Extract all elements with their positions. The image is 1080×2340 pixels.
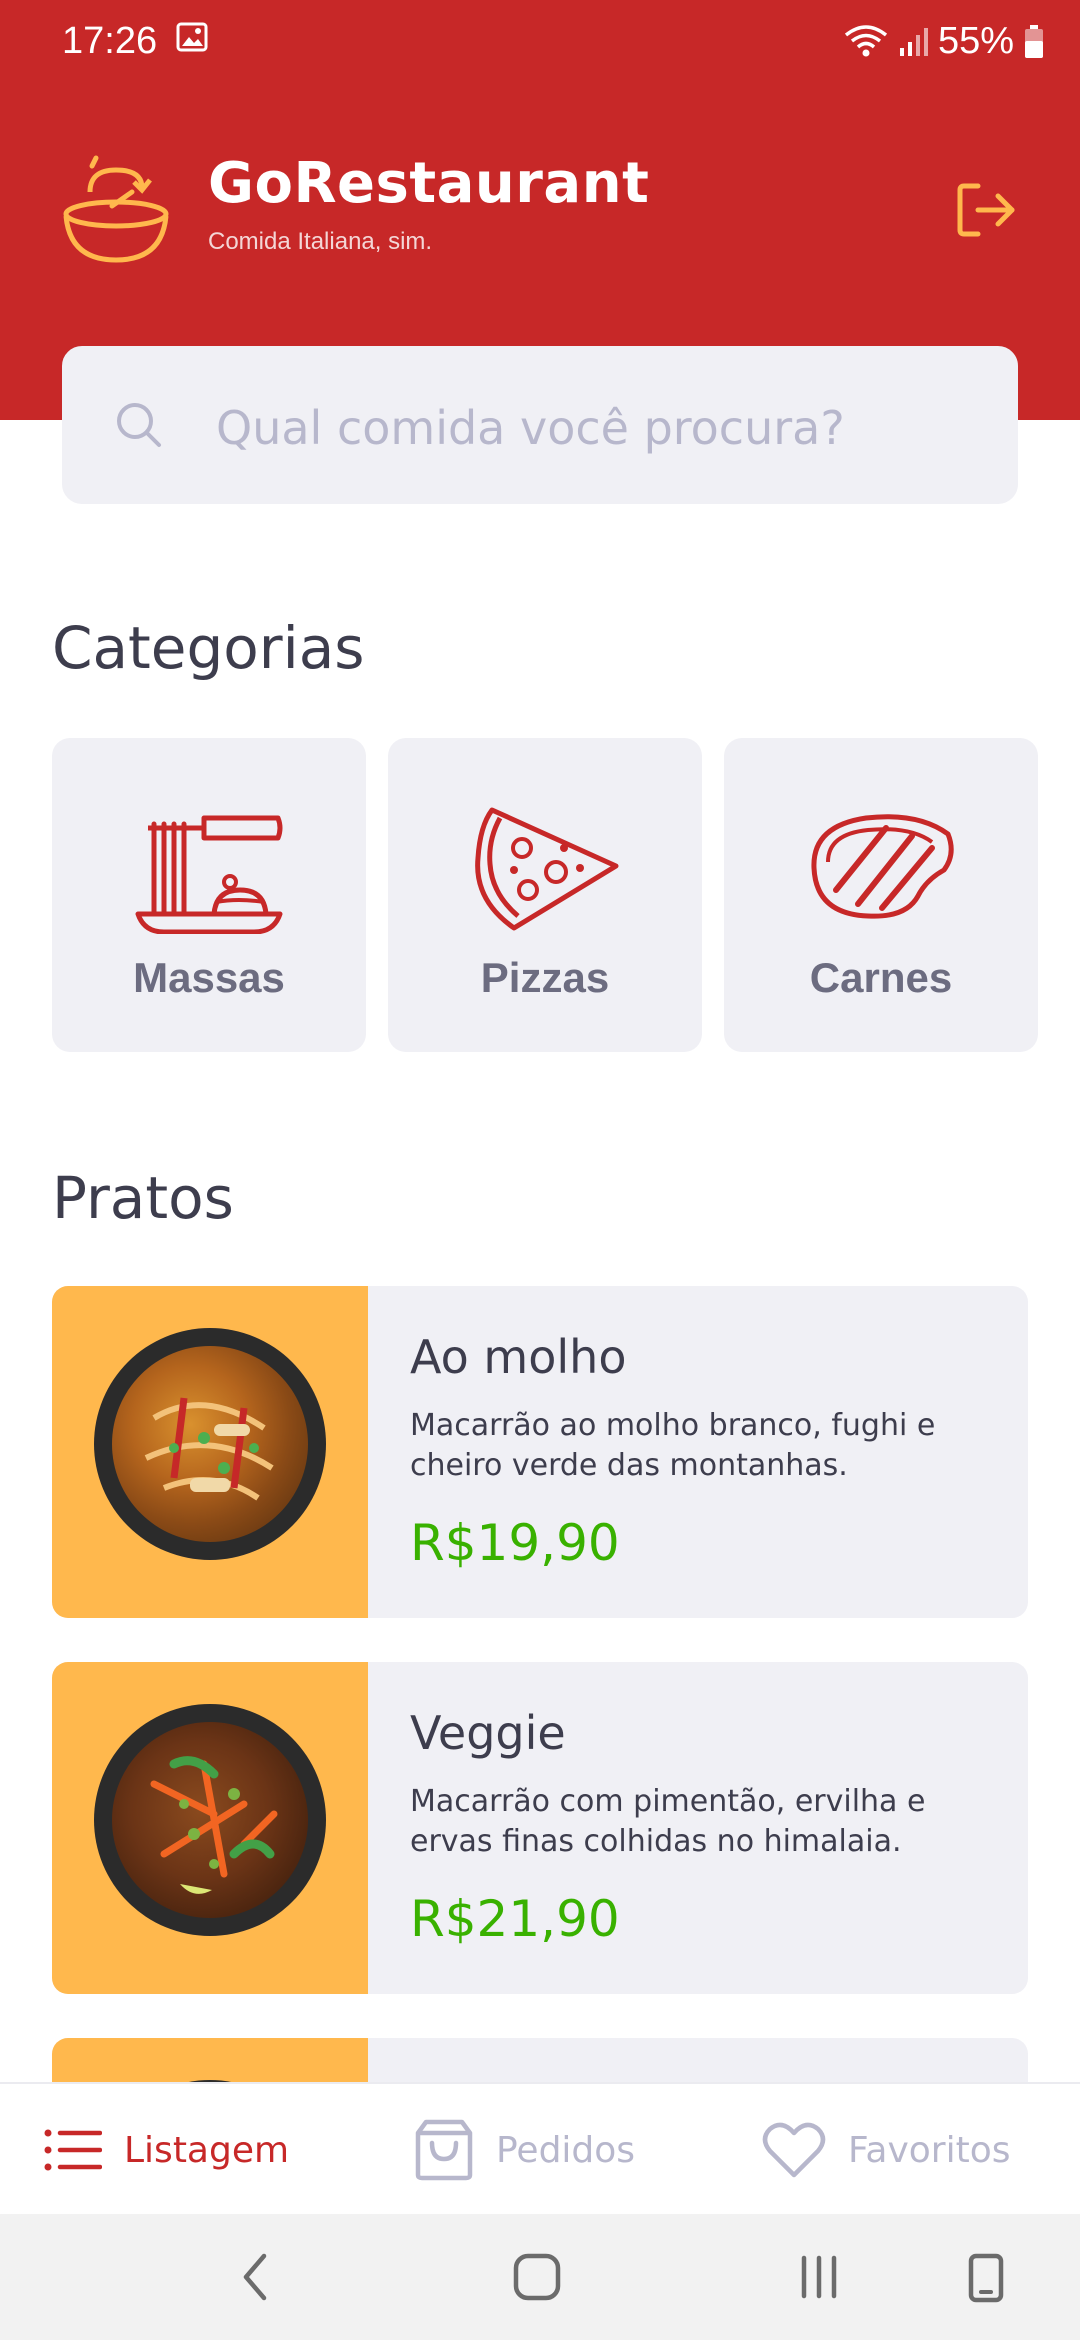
noodles-icon (144, 1397, 274, 1501)
dish-card[interactable]: Veggie Macarrão com pimentão, ervilha e … (52, 1662, 1028, 1994)
category-label: Massas (133, 954, 285, 1001)
battery-icon (1024, 24, 1044, 59)
pasta-icon (135, 815, 283, 934)
home-square-icon (513, 2253, 561, 2301)
status-time: 17:26 (62, 20, 158, 62)
dishes-title: Pratos (52, 1164, 234, 1232)
search-input[interactable] (216, 388, 976, 468)
tab-favoritos[interactable]: Favoritos (762, 2084, 1011, 2216)
signal-icon (898, 26, 928, 58)
category-pizzas[interactable]: Pizzas (388, 738, 702, 1052)
app-subtitle: Comida Italiana, sim. (208, 228, 433, 255)
category-label: Pizzas (480, 954, 610, 1001)
dish-description: Macarrão com pimentão, ervilha e ervas f… (410, 1784, 926, 1859)
categories-title: Categorias (52, 614, 365, 682)
category-carnes[interactable]: Carnes (724, 738, 1038, 1052)
status-indicators: 55% (844, 20, 1044, 63)
system-nav-bar (0, 2214, 1080, 2340)
tab-label: Favoritos (848, 2129, 1011, 2171)
logout-icon (957, 183, 1015, 237)
tab-listagem[interactable]: Listagem (44, 2084, 289, 2216)
logout-button[interactable] (956, 180, 1018, 240)
dish-price: R$21,90 (410, 1890, 620, 1948)
tab-label: Pedidos (496, 2129, 636, 2171)
dish-description: Macarrão ao molho branco, fughi e cheiro… (410, 1408, 936, 1483)
dish-card[interactable]: Ao molho Macarrão ao molho branco, fughi… (52, 1286, 1028, 1618)
dish-plate (94, 1704, 326, 1936)
pizza-icon (475, 807, 619, 931)
app-title: GoRestaurant (208, 151, 650, 216)
wifi-icon (844, 24, 888, 59)
dish-name: Veggie (410, 1706, 566, 1760)
bottom-tab-bar: Listagem Pedidos Favoritos (0, 2082, 1080, 2214)
category-label: Carnes (809, 954, 953, 1001)
dish-price: R$19,90 (410, 1514, 620, 1572)
logo-bowl-icon (60, 152, 172, 269)
recents-icon (801, 2255, 837, 2299)
recents-button[interactable] (798, 2250, 840, 2309)
search-icon (114, 400, 164, 455)
back-button[interactable] (238, 2250, 272, 2309)
chevron-left-icon (243, 2253, 267, 2301)
veggie-noodles-icon (150, 1756, 278, 1894)
heart-icon (762, 2122, 826, 2178)
status-bar: 17:26 55% (0, 0, 1080, 84)
brand: GoRestaurant Comida Italiana, sim. (208, 152, 649, 256)
steak-icon (811, 814, 954, 919)
gallery-notification-icon (176, 22, 208, 57)
list-icon (44, 2129, 102, 2171)
dish-image (52, 1286, 368, 1618)
search-bar[interactable] (62, 346, 1018, 504)
tab-pedidos[interactable]: Pedidos (414, 2084, 635, 2216)
shopping-bag-icon (415, 2119, 473, 2181)
dish-name: Ao molho (410, 1330, 627, 1384)
battery-percent: 55% (937, 20, 1014, 62)
phone-icon (968, 2253, 1004, 2303)
category-massas[interactable]: Massas (52, 738, 366, 1052)
tab-label: Listagem (124, 2129, 290, 2171)
dish-plate (94, 1328, 326, 1560)
home-button[interactable] (512, 2250, 562, 2309)
screen-rotate-button[interactable] (966, 2250, 1006, 2309)
dish-image (52, 1662, 368, 1994)
